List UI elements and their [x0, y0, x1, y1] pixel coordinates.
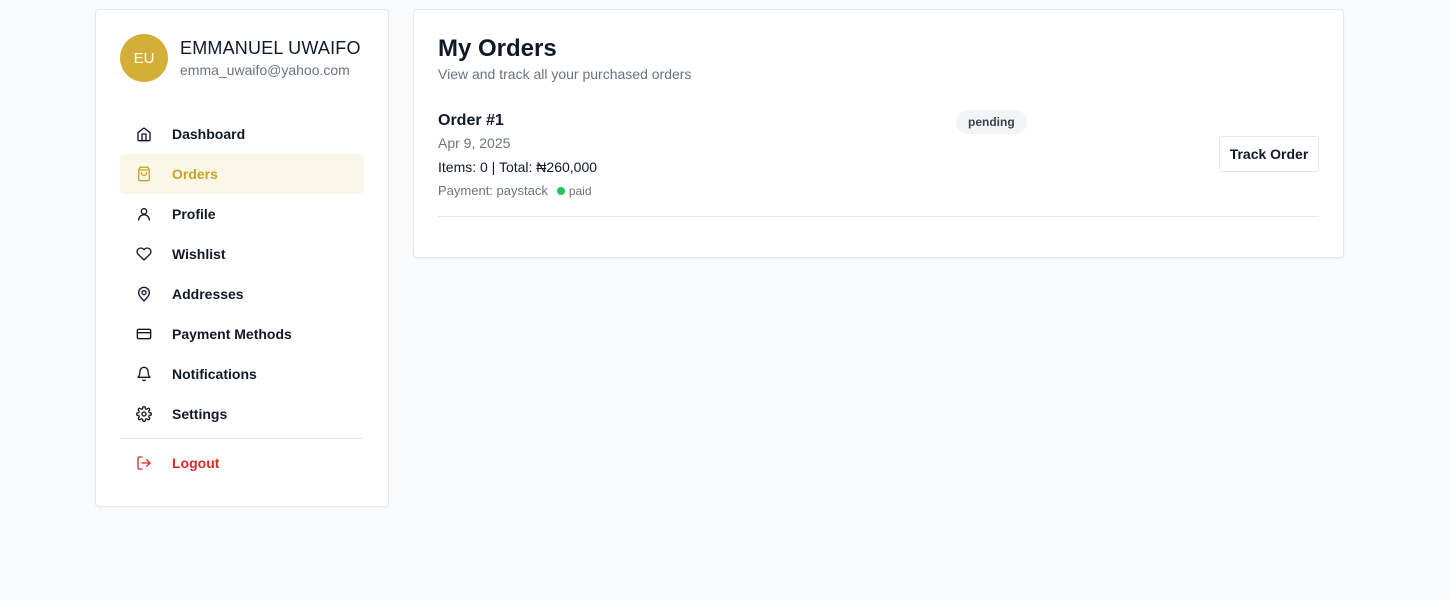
- sidebar-item-notifications[interactable]: Notifications: [120, 354, 364, 394]
- sidebar-item-dashboard[interactable]: Dashboard: [120, 114, 364, 154]
- nav-divider: [120, 438, 364, 439]
- map-pin-icon: [136, 286, 152, 302]
- paid-status-dot: [556, 186, 565, 195]
- order-summary: Items: 0 | Total: ₦260,000: [438, 159, 598, 175]
- sidebar-item-payment-methods[interactable]: Payment Methods: [120, 314, 364, 354]
- account-sidebar: EU EMMANUEL UWAIFO emma_uwaifo@yahoo.com…: [95, 9, 389, 507]
- order-title: Order #1: [438, 112, 504, 129]
- sidebar-item-label: Notifications: [172, 366, 257, 382]
- user-name: EMMANUEL UWAIFO: [180, 38, 361, 58]
- sidebar-item-label: Profile: [172, 206, 216, 222]
- user-email: emma_uwaifo@yahoo.com: [180, 62, 350, 78]
- home-icon: [136, 126, 152, 142]
- sidebar-item-label: Payment Methods: [172, 326, 292, 342]
- bell-icon: [136, 366, 152, 382]
- user-info: EMMANUEL UWAIFO emma_uwaifo@yahoo.com: [180, 36, 361, 80]
- logout-icon: [136, 455, 152, 471]
- user-icon: [136, 206, 152, 222]
- sidebar-item-wishlist[interactable]: Wishlist: [120, 234, 364, 274]
- order-item: Order #1 Apr 9, 2025 Items: 0 | Total: ₦…: [438, 110, 1319, 217]
- credit-card-icon: [136, 326, 152, 342]
- sidebar-item-label: Dashboard: [172, 126, 246, 142]
- order-payment: Payment: paystack paid: [438, 183, 592, 198]
- order-date: Apr 9, 2025: [438, 135, 511, 151]
- orders-panel: My Orders View and track all your purcha…: [413, 9, 1344, 258]
- logout-label: Logout: [172, 455, 220, 471]
- gear-icon: [136, 406, 152, 422]
- track-order-button[interactable]: Track Order: [1219, 136, 1319, 172]
- payment-method: Payment: paystack: [438, 183, 548, 198]
- sidebar-item-profile[interactable]: Profile: [120, 194, 364, 234]
- logout-button[interactable]: Logout: [120, 443, 364, 483]
- page-title: My Orders: [438, 35, 557, 62]
- sidebar-item-label: Orders: [172, 166, 218, 182]
- status-badge: pending: [956, 110, 1027, 134]
- sidebar-item-label: Wishlist: [172, 246, 226, 262]
- shopping-bag-icon: [136, 166, 152, 182]
- payment-status: paid: [568, 183, 592, 198]
- page-subtitle: View and track all your purchased orders: [438, 66, 692, 82]
- avatar: EU: [120, 34, 168, 82]
- heart-icon: [136, 246, 152, 262]
- sidebar-item-addresses[interactable]: Addresses: [120, 274, 364, 314]
- sidebar-nav: Dashboard Orders Profile Wishlist Addres…: [120, 114, 364, 483]
- sidebar-item-orders[interactable]: Orders: [120, 154, 364, 194]
- profile-header: EU EMMANUEL UWAIFO emma_uwaifo@yahoo.com: [120, 34, 361, 82]
- sidebar-item-settings[interactable]: Settings: [120, 394, 364, 434]
- sidebar-item-label: Addresses: [172, 286, 244, 302]
- sidebar-item-label: Settings: [172, 406, 228, 422]
